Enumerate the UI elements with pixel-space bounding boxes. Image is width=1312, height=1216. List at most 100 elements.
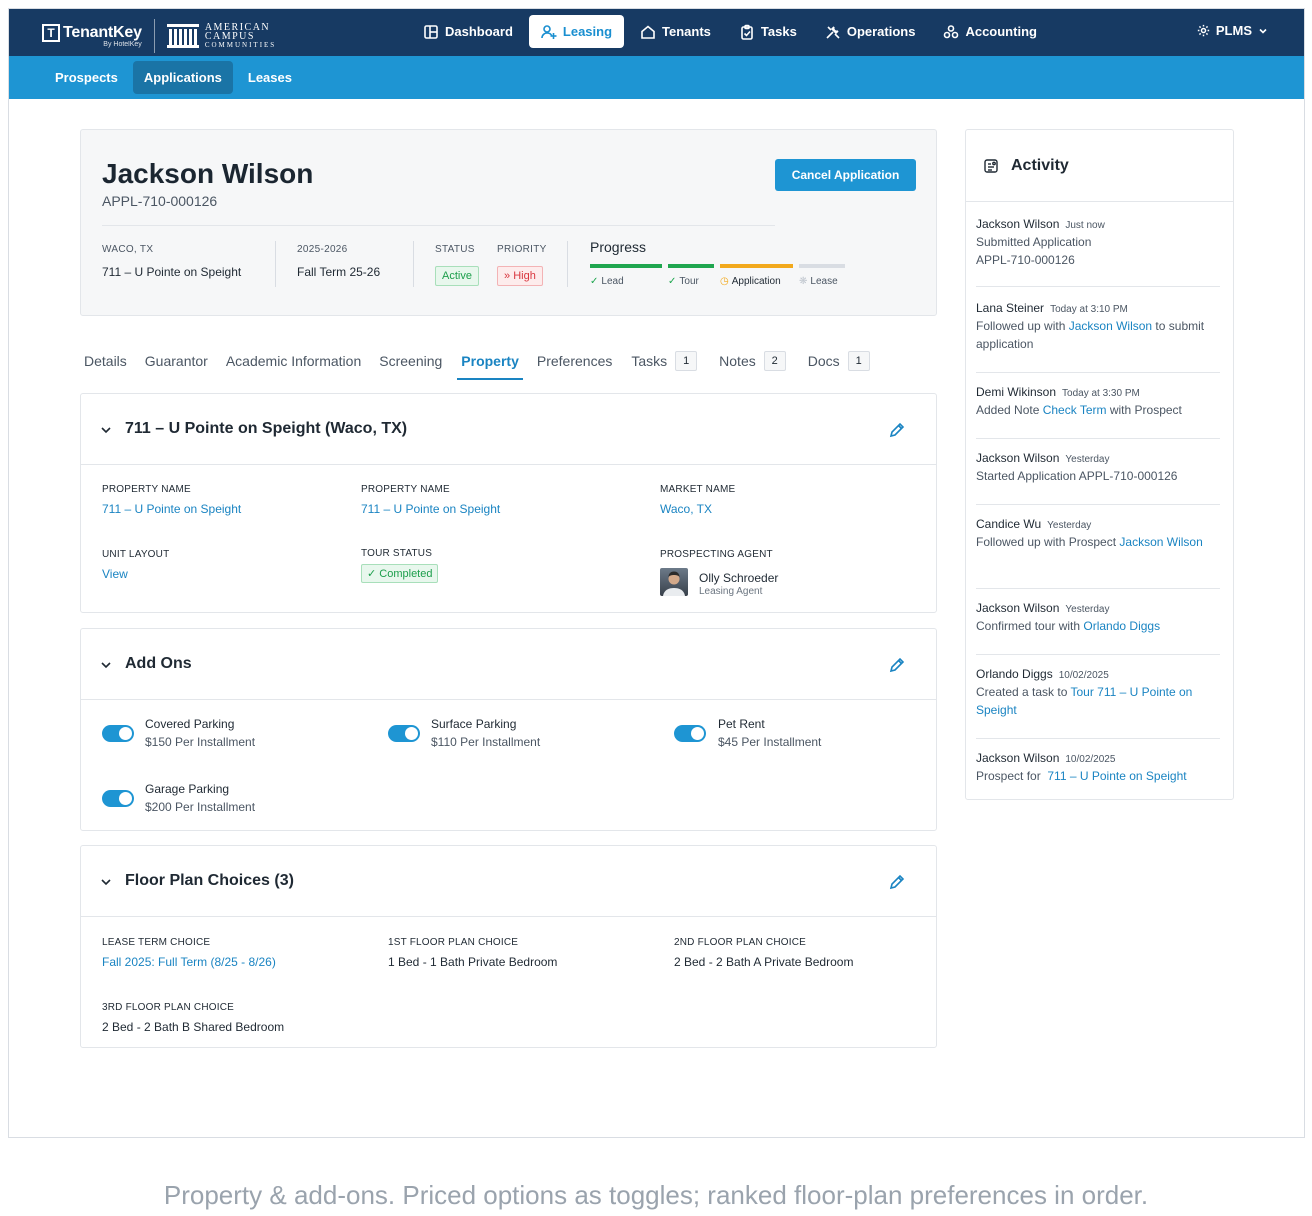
unit-layout-view-link[interactable]: View [102,567,128,581]
term-value: Fall Term 25-26 [297,265,381,279]
floor-plan-section-header[interactable]: Floor Plan Choices (3) [81,846,936,917]
nav-dashboard[interactable]: Dashboard [411,15,525,48]
check-icon: ✓ [590,276,599,287]
tab-guarantor[interactable]: Guarantor [141,342,212,380]
addon-name: Covered Parking [145,717,235,731]
progress-bar-tour [668,264,714,268]
property-name-label-2: PROPERTY NAME [361,484,450,495]
agent-role: Leasing Agent [699,586,763,597]
subnav-leases[interactable]: Leases [237,61,303,94]
first-choice-label: 1ST FLOOR PLAN CHOICE [388,937,519,948]
clock-icon: ◷ [720,276,729,287]
activity-link[interactable]: Jackson Wilson [1119,535,1202,549]
market-name-link[interactable]: Waco, TX [660,502,712,516]
priority-label: PRIORITY [497,244,547,255]
market-name-label: MARKET NAME [660,484,736,495]
term-label: 2025-2026 [297,244,348,255]
cancel-application-button[interactable]: Cancel Application [775,159,916,191]
subnav-applications[interactable]: Applications [132,61,233,94]
account-label: PLMS [1215,23,1252,38]
chevron-down-icon[interactable] [100,659,112,671]
progress-title: Progress [590,239,647,255]
progress-bar-lead [590,264,662,268]
tab-property[interactable]: Property [457,342,523,380]
unit-layout-label: UNIT LAYOUT [102,549,170,560]
tab-screening[interactable]: Screening [375,342,446,380]
third-choice-value: 2 Bed - 2 Bath B Shared Bedroom [102,1020,285,1034]
detail-tabs: Details Guarantor Academic Information S… [80,342,937,380]
activity-link[interactable]: 711 – U Pointe on Speight [1047,769,1186,783]
tab-preferences[interactable]: Preferences [533,342,616,380]
tab-details[interactable]: Details [80,342,131,380]
gear-icon [1197,24,1210,37]
tools-icon [826,25,840,39]
chevron-down-icon[interactable] [100,876,112,888]
activity-item: Jackson Wilson Yesterday Confirmed tour w… [976,599,1220,655]
nav-leasing[interactable]: Leasing [528,15,625,48]
nav-tasks[interactable]: Tasks [727,15,809,48]
pencil-icon[interactable] [888,873,906,891]
caption: Property & add-ons. Priced options as to… [163,1180,1149,1210]
surface-parking-toggle[interactable] [388,725,420,742]
lease-term-link[interactable]: Fall 2025: Full Term (8/25 - 8/26) [102,955,276,969]
status-label: STATUS [435,244,475,255]
activity-item: Lana Steiner Today at 3:10 PM Followed up… [976,299,1220,373]
tasks-count-badge: 1 [675,351,698,371]
nav-operations[interactable]: Operations [813,15,928,48]
activity-feed-icon [984,159,998,173]
subnav-prospects[interactable]: Prospects [44,61,129,94]
priority-badge: » High [497,266,543,286]
tab-notes[interactable]: Notes 2 [715,342,790,380]
dashboard-icon [424,24,438,39]
chevron-down-icon [1259,28,1267,34]
lease-term-label: LEASE TERM CHOICE [102,937,211,948]
progress-bar-lease [799,264,845,268]
addon-name: Pet Rent [718,717,765,731]
acc-line-3: Communities [204,40,277,49]
property-name-link[interactable]: 711 – U Pointe on Speight [102,502,241,516]
pencil-icon[interactable] [888,656,906,674]
progress-step-tour: ✓ Tour [668,276,699,287]
property-name-link-2[interactable]: 711 – U Pointe on Speight [361,502,500,516]
activity-link[interactable]: Check Term [1043,403,1107,417]
addon-name: Garage Parking [145,782,230,796]
garage-parking-toggle[interactable] [102,790,134,807]
addons-section-title: Add Ons [125,655,192,672]
addons-section-header[interactable]: Add Ons [81,629,936,700]
nav-accounting[interactable]: Accounting [931,15,1049,48]
docs-count-badge: 1 [847,351,870,371]
property-name-label: PROPERTY NAME [102,484,191,495]
activity-link[interactable]: APPL-710-000126 [976,251,1220,269]
accounting-icon [944,24,959,38]
activity-link[interactable]: Orlando Diggs [1083,619,1160,633]
activity-header: Activity [966,130,1233,202]
pet-rent-toggle[interactable] [674,725,706,742]
activity-link[interactable]: Jackson Wilson [1069,319,1152,333]
brand-logos[interactable]: T TenantKey By HotelKey American Campus … [42,19,276,53]
app-window: T TenantKey By HotelKey American Campus … [8,8,1305,1138]
property-section-header[interactable]: 711 – U Pointe on Speight (Waco, TX) [81,394,936,465]
tab-tasks[interactable]: Tasks 1 [627,342,701,380]
pencil-icon[interactable] [888,421,906,439]
nav-tenants[interactable]: Tenants [628,15,723,48]
prospecting-agent-label: PROSPECTING AGENT [660,549,773,560]
third-choice-label: 3RD FLOOR PLAN CHOICE [102,1002,235,1013]
progress-step-lease: ❋ Lease [799,276,838,287]
addon-name: Surface Parking [431,717,517,731]
activity-item: Jackson Wilson 10/02/2025 Prospect for 71… [976,751,1187,783]
columns-icon [166,24,199,48]
tab-docs[interactable]: Docs 1 [804,342,874,380]
meta-divider [413,241,414,287]
progress-step-application: ◷ Application [720,276,781,287]
covered-parking-toggle[interactable] [102,725,134,742]
tenantkey-mark-icon: T [42,24,60,42]
tenantkey-wordmark: TenantKey [63,24,142,41]
property-section-title: 711 – U Pointe on Speight (Waco, TX) [125,420,408,437]
chevron-down-icon[interactable] [100,424,112,436]
double-chevron-up-icon: » [504,270,511,282]
activity-item: Demi Wikinson Today at 3:30 PM Added Note… [976,383,1220,439]
account-menu[interactable]: PLMS [1197,23,1268,38]
first-choice-value: 1 Bed - 1 Bath Private Bedroom [388,955,558,969]
tab-academic-information[interactable]: Academic Information [222,342,365,380]
activity-panel: Activity Jackson Wilson Just now Submitte… [965,129,1234,800]
